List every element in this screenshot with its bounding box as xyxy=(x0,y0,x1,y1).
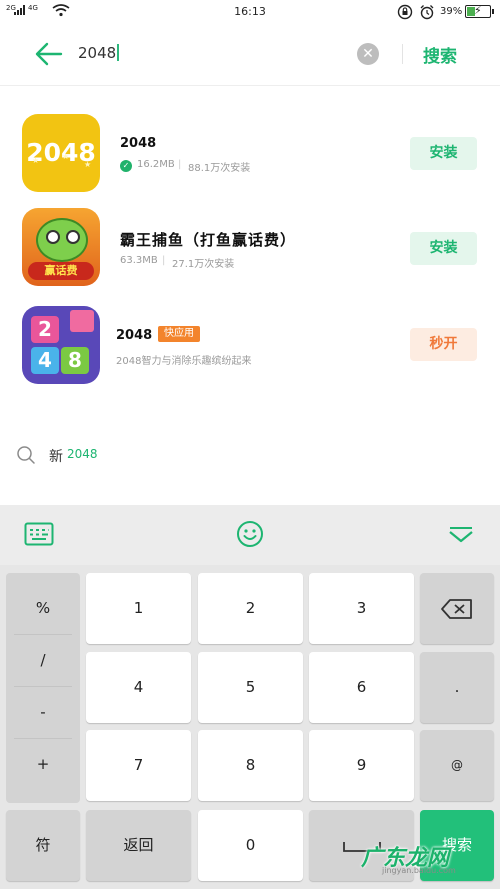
search-query-text: 2048 xyxy=(78,44,117,62)
clear-icon[interactable]: ✕ xyxy=(357,43,379,65)
app-icon-text: 赢话费 xyxy=(28,262,94,280)
key-slash[interactable]: / xyxy=(6,635,80,685)
install-button[interactable]: 安装 xyxy=(410,137,477,170)
key-percent[interactable]: % xyxy=(6,583,80,633)
search-button[interactable]: 搜索 xyxy=(423,42,457,67)
key-at[interactable]: @ xyxy=(420,730,494,801)
search-input[interactable]: 2048 xyxy=(78,44,119,62)
app-installs: 88.1万次安装 xyxy=(188,163,251,174)
app-size: 63.3MB xyxy=(120,255,158,266)
suggestion-text: 2048 xyxy=(67,447,98,461)
battery-percent: 39% xyxy=(440,6,463,17)
key-4[interactable]: 4 xyxy=(86,652,191,723)
tile: 0 xyxy=(61,316,89,343)
key-6[interactable]: 6 xyxy=(309,652,414,723)
alarm-icon xyxy=(420,5,434,20)
backspace-icon xyxy=(441,598,472,619)
back-key[interactable]: 返回 xyxy=(86,810,191,881)
symbol-column: % / - + xyxy=(6,573,80,803)
verified-icon: ✓ xyxy=(120,160,132,172)
symbols-key[interactable]: 符 xyxy=(6,810,80,881)
status-bar: 2G 4G 16:13 39% ⚡ xyxy=(0,0,500,24)
meta-separator: | xyxy=(162,255,166,266)
search-suggestion[interactable]: 新 2048 xyxy=(0,440,500,472)
app-installs: 27.1万次安装 xyxy=(172,259,235,270)
install-button[interactable]: 安装 xyxy=(410,232,477,265)
app-description: 2048智力与消除乐趣缤纷起来 xyxy=(116,356,252,367)
key-2[interactable]: 2 xyxy=(198,573,303,644)
key-8[interactable]: 8 xyxy=(198,730,303,801)
key-1[interactable]: 1 xyxy=(86,573,191,644)
search-bar: 2048 ✕ 搜索 xyxy=(0,24,500,86)
key-9[interactable]: 9 xyxy=(309,730,414,801)
tile: 4 xyxy=(31,347,59,374)
back-arrow-icon[interactable] xyxy=(34,41,64,67)
tile: 2 xyxy=(31,316,59,343)
key-7[interactable]: 7 xyxy=(86,730,191,801)
meta-separator: | xyxy=(178,159,182,170)
lock-rotation-icon xyxy=(397,4,413,20)
key-dot[interactable]: . xyxy=(420,652,494,723)
app-icon-2048: ★ ★ ★ ★ ★ ★ 2048 xyxy=(22,114,100,192)
app-icon-fish: 赢话费 xyxy=(22,208,100,286)
keyboard: % / - + 1 2 3 4 5 6 . 7 8 9 @ 符 返回 0 搜索 xyxy=(0,505,500,889)
result-item[interactable]: ★ ★ ★ ★ ★ ★ 2048 2048 ✓ 16.2MB | 88.1万次安… xyxy=(0,108,500,198)
backspace-key[interactable] xyxy=(420,573,494,644)
key-minus[interactable]: - xyxy=(6,687,80,737)
key-3[interactable]: 3 xyxy=(309,573,414,644)
charging-icon: ⚡ xyxy=(474,4,482,17)
result-item[interactable]: 2 0 4 8 2048 快应用 2048智力与消除乐趣缤纷起来 秒开 xyxy=(0,300,500,390)
text-caret xyxy=(117,44,119,61)
tile: 8 xyxy=(61,347,89,374)
key-plus[interactable]: + xyxy=(6,739,80,789)
app-name: 2048 xyxy=(116,328,153,343)
quick-app-badge: 快应用 xyxy=(158,326,200,342)
divider xyxy=(402,44,403,64)
key-0[interactable]: 0 xyxy=(198,810,303,881)
watermark-url: jingyan.baidu.com xyxy=(382,866,456,875)
app-name: 霸王捕鱼（打鱼赢话费） xyxy=(120,231,297,249)
keyboard-icon[interactable] xyxy=(24,522,54,546)
app-name: 2048 xyxy=(120,136,157,151)
search-icon xyxy=(17,446,35,464)
open-button[interactable]: 秒开 xyxy=(410,328,477,361)
keyboard-toolbar xyxy=(0,505,500,565)
app-icon-puzzle: 2 0 4 8 xyxy=(22,306,100,384)
emoji-icon[interactable] xyxy=(236,520,264,548)
suggestion-prefix: 新 xyxy=(49,449,63,465)
app-size: 16.2MB xyxy=(137,159,175,170)
battery-icon: ⚡ xyxy=(465,4,494,18)
key-5[interactable]: 5 xyxy=(198,652,303,723)
result-item[interactable]: 赢话费 霸王捕鱼（打鱼赢话费） 63.3MB | 27.1万次安装 安装 xyxy=(0,202,500,292)
collapse-keyboard-icon[interactable] xyxy=(448,527,474,545)
